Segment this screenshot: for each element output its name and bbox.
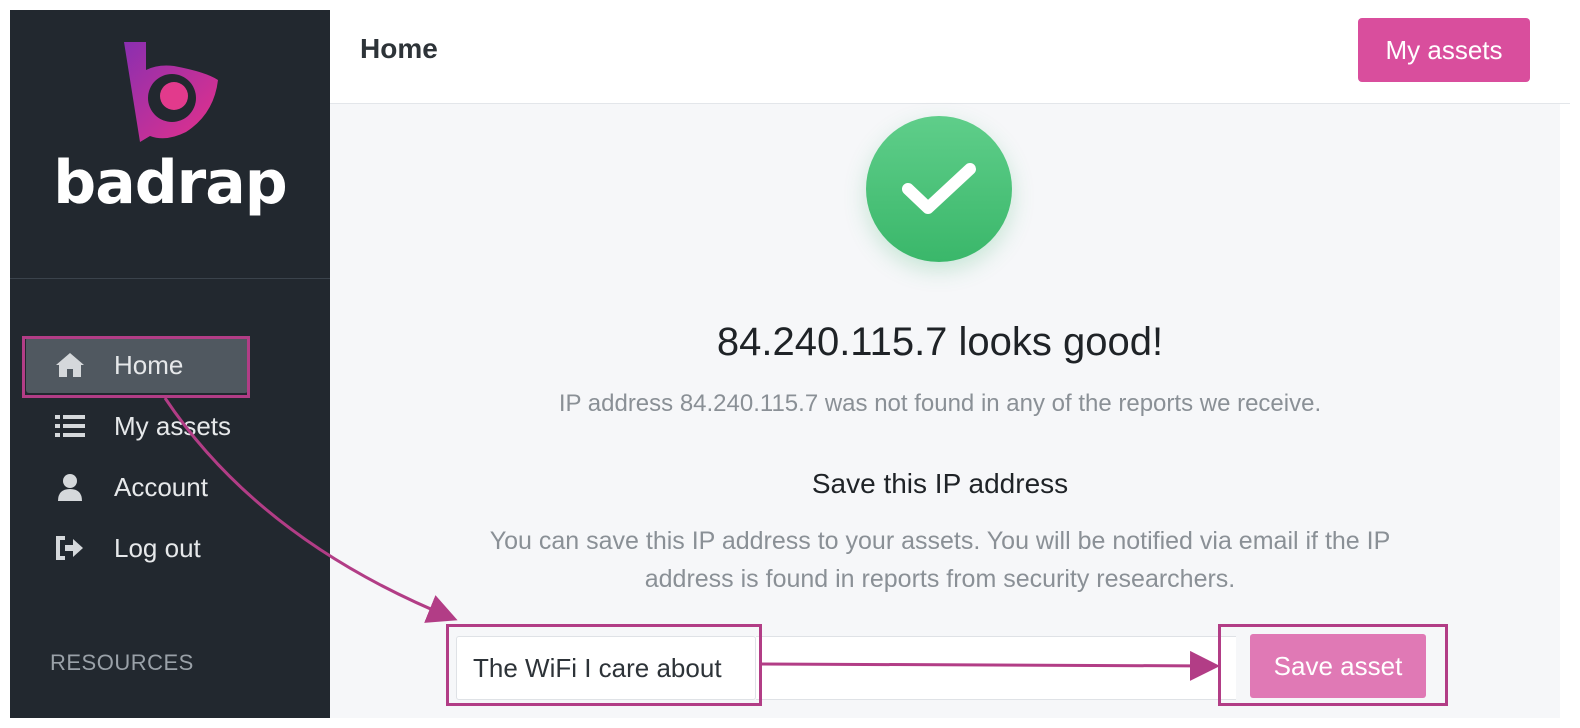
sidebar-item-account[interactable]: Account [26, 459, 248, 515]
my-assets-button[interactable]: My assets [1358, 18, 1530, 82]
user-icon [54, 473, 86, 501]
sidebar-item-my-assets[interactable]: My assets [26, 398, 248, 454]
main-content: 84.240.115.7 looks good! IP address 84.2… [330, 104, 1560, 718]
status-subline: IP address 84.240.115.7 was not found in… [558, 390, 1322, 417]
top-header: Home My assets [330, 0, 1570, 104]
sidebar-item-label: Log out [114, 532, 201, 563]
check-circle-icon [866, 116, 1012, 262]
asset-name-input[interactable] [456, 636, 756, 700]
status-headline: 84.240.115.7 looks good! [716, 320, 1164, 364]
sidebar-item-label: Home [114, 349, 184, 380]
save-section-description: You can save this IP address to your ass… [489, 527, 1391, 593]
resources-section-label: RESOURCES [50, 650, 194, 675]
save-section-title: Save this IP address [811, 468, 1069, 499]
sidebar-item-label: Account [114, 471, 208, 502]
badrap-logo-icon [118, 42, 226, 155]
sidebar: badrap Home My assets Account Log out RE… [10, 10, 330, 718]
sidebar-item-home[interactable]: Home [26, 337, 248, 393]
page-title: Home [360, 33, 438, 64]
sidebar-item-log-out[interactable]: Log out [26, 520, 248, 576]
sidebar-divider [10, 278, 330, 279]
list-icon [54, 412, 86, 440]
save-asset-button[interactable]: Save asset [1250, 634, 1426, 698]
asset-name-input-extension[interactable] [756, 636, 1236, 700]
sidebar-item-label: My assets [114, 410, 232, 441]
brand-wordmark: badrap [53, 148, 287, 218]
logout-icon [54, 534, 86, 562]
home-icon [54, 351, 86, 379]
